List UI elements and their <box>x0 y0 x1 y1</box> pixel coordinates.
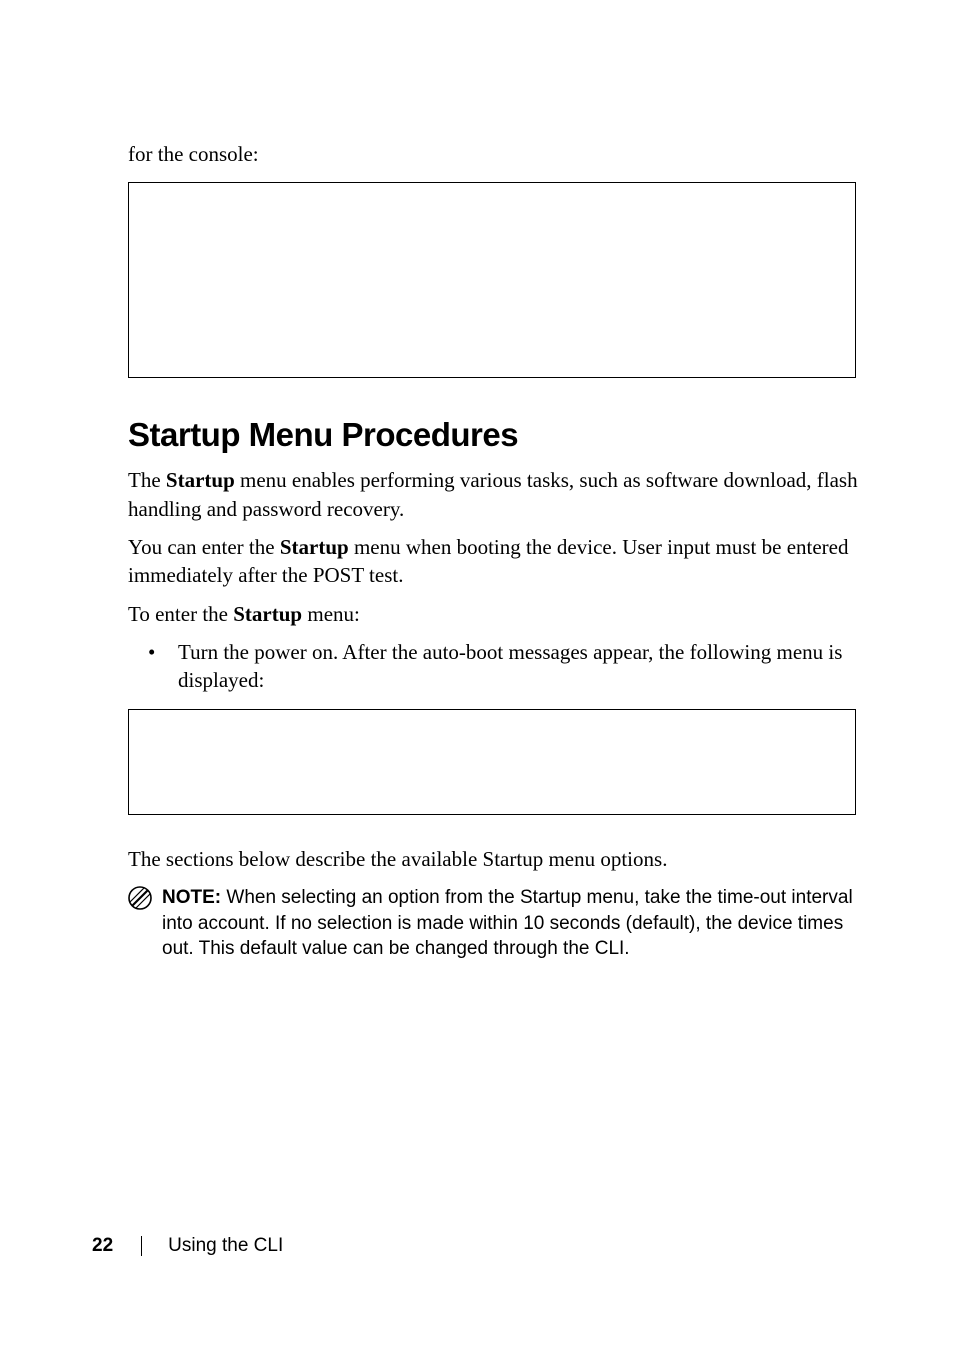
paragraph-3: To enter the Startup menu: <box>128 600 862 628</box>
paragraph-1: The Startup menu enables performing vari… <box>128 466 862 523</box>
bullet-item: • Turn the power on. After the auto-boot… <box>128 638 862 695</box>
para2-bold: Startup <box>280 535 349 559</box>
bullet-marker: • <box>148 638 178 666</box>
note-icon <box>128 886 152 910</box>
paragraph-4: The sections below describe the availabl… <box>128 845 862 873</box>
note-body: When selecting an option from the Startu… <box>162 887 853 959</box>
para1-part-c: menu enables performing various tasks, s… <box>128 468 858 520</box>
bullet-text: Turn the power on. After the auto-boot m… <box>178 638 862 695</box>
para1-bold: Startup <box>166 468 235 492</box>
note-block: NOTE: When selecting an option from the … <box>128 885 862 962</box>
para2-part-a: You can enter the <box>128 535 280 559</box>
page-footer: 22 Using the CLI <box>92 1235 283 1257</box>
footer-separator <box>141 1236 142 1256</box>
para3-part-c: menu: <box>302 602 360 626</box>
para3-part-a: To enter the <box>128 602 233 626</box>
section-heading: Startup Menu Procedures <box>128 416 862 454</box>
note-label: NOTE: <box>162 887 221 908</box>
paragraph-2: You can enter the Startup menu when boot… <box>128 533 862 590</box>
para3-bold: Startup <box>233 602 302 626</box>
page-number: 22 <box>92 1235 113 1257</box>
console-output-box <box>128 182 856 378</box>
footer-section: Using the CLI <box>168 1235 283 1257</box>
note-text: NOTE: When selecting an option from the … <box>162 885 862 962</box>
para1-part-a: The <box>128 468 166 492</box>
startup-menu-box <box>128 709 856 815</box>
intro-text: for the console: <box>128 140 862 168</box>
